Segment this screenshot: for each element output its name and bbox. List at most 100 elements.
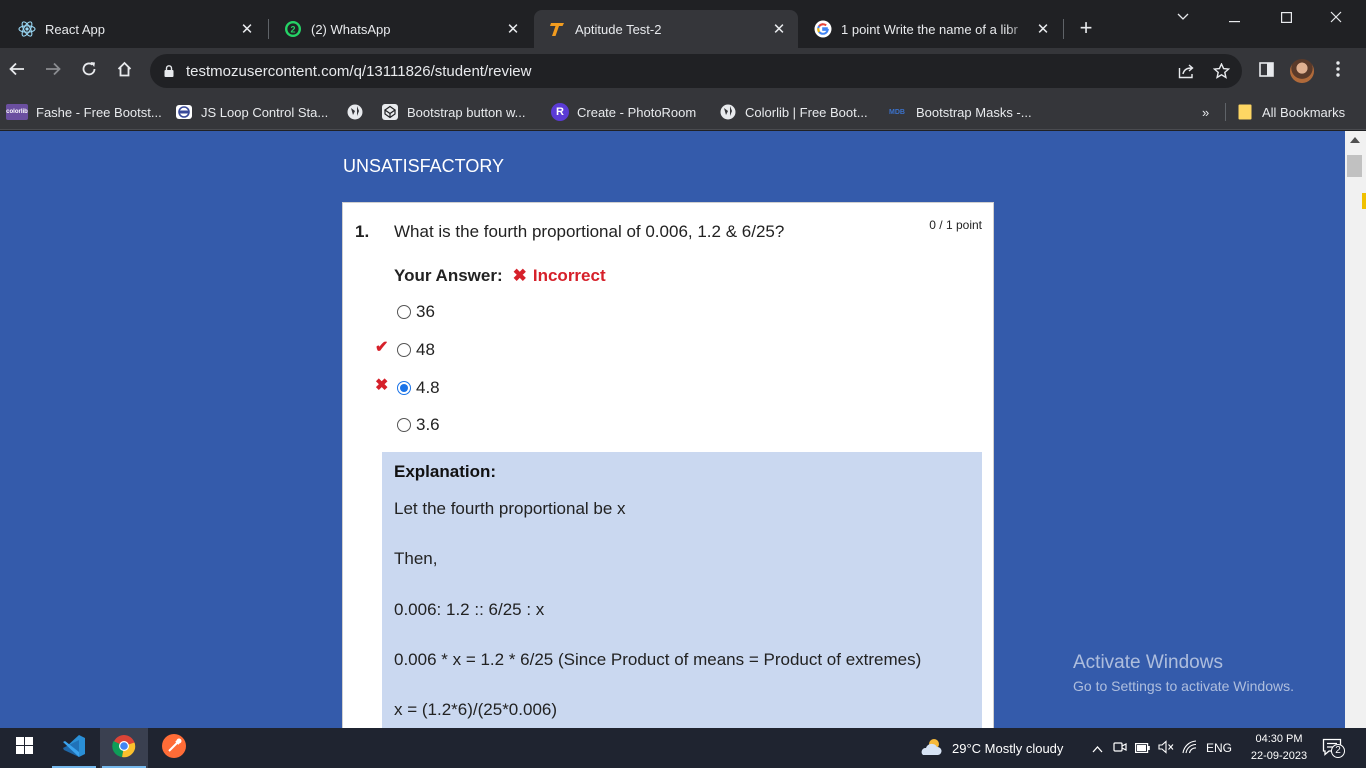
close-icon[interactable]: ✕ (770, 20, 788, 38)
clock-date: 22-09-2023 (1250, 750, 1308, 762)
share-icon[interactable] (1174, 58, 1200, 84)
scrollbar-thumb[interactable] (1347, 155, 1362, 177)
page-scrollbar[interactable] (1345, 131, 1366, 728)
radio-button[interactable] (397, 418, 411, 432)
all-bookmarks-label: All Bookmarks (1262, 104, 1346, 120)
bookmark-bootstrap-button[interactable]: Bootstrap button w... (381, 101, 526, 123)
wifi-icon[interactable] (1182, 739, 1198, 757)
bookmarks-bar: colorlib Fashe - Free Bootst... JS Loop … (0, 94, 1366, 130)
bookmark-label: Fashe - Free Bootst... (36, 104, 162, 120)
forward-button[interactable] (40, 58, 66, 84)
option-label: 48 (416, 340, 435, 359)
kebab-menu-icon (1336, 60, 1340, 82)
weather-widget[interactable]: 29°C Mostly cloudy (918, 728, 1063, 768)
radio-button[interactable] (397, 343, 411, 357)
tab-whatsapp[interactable]: 2 (2) WhatsApp ✕ (270, 10, 532, 48)
answer-option[interactable]: 36 (397, 302, 435, 322)
cloud-sun-icon (918, 737, 944, 760)
back-button[interactable] (4, 58, 30, 84)
notification-center-button[interactable]: 2 (1322, 728, 1345, 768)
whatsapp-icon: 2 (284, 20, 302, 38)
chevron-up-icon[interactable] (1092, 741, 1103, 756)
bookmark-label: Create - PhotoRoom (577, 104, 697, 120)
tab-search-button[interactable] (1165, 4, 1201, 28)
answer-option[interactable]: 48 (397, 340, 435, 360)
codepen-icon (381, 104, 399, 120)
status-badge: ✖ Incorrect (513, 266, 606, 286)
language-indicator[interactable]: ENG (1206, 741, 1232, 755)
tab-separator (1063, 19, 1064, 39)
chevron-down-icon (1177, 8, 1189, 24)
correct-check-icon: ✔ (375, 339, 389, 356)
close-icon[interactable]: ✕ (504, 20, 522, 38)
lock-icon (162, 65, 176, 77)
taskbar-chrome[interactable] (100, 728, 148, 768)
side-panel-button[interactable] (1253, 58, 1279, 84)
star-icon[interactable] (1208, 58, 1234, 84)
chrome-icon (112, 734, 136, 763)
taskbar-postman[interactable] (150, 728, 198, 768)
reload-button[interactable] (76, 58, 102, 84)
result-heading: UNSATISFACTORY (343, 156, 505, 176)
option-label: 3.6 (416, 415, 440, 434)
bookmark-globe[interactable] (346, 101, 372, 123)
tab-aptitude-test[interactable]: Aptitude Test-2 ✕ (534, 10, 798, 48)
explanation-title: Explanation: (394, 462, 497, 481)
meet-now-icon[interactable] (1113, 740, 1127, 757)
bookmarks-overflow-button[interactable]: » (1202, 101, 1209, 123)
battery-icon[interactable] (1135, 741, 1150, 756)
answer-option[interactable]: 3.6 (397, 415, 440, 435)
overflow-chevron: » (1202, 104, 1210, 120)
colorlib-icon: colorlib (6, 104, 28, 120)
bookmark-label: Colorlib | Free Boot... (745, 104, 868, 120)
start-button[interactable] (0, 728, 48, 768)
bookmark-label: Bootstrap button w... (407, 104, 526, 120)
tab-google-search[interactable]: 1 point Write the name of a libr ✕ (800, 10, 1062, 48)
bookmark-label: JS Loop Control Sta... (201, 104, 329, 120)
taskbar-clock[interactable]: 04:30 PM 22-09-2023 (1244, 731, 1314, 765)
reload-icon (81, 61, 97, 82)
bookmark-photoroom[interactable]: R Create - PhotoRoom (551, 101, 696, 123)
scroll-up-arrow-icon[interactable] (1350, 137, 1360, 143)
your-answer-label: Your Answer: (394, 266, 503, 285)
taskbar-vscode[interactable] (50, 728, 98, 768)
home-icon (116, 61, 133, 82)
menu-button[interactable] (1325, 58, 1351, 84)
address-bar[interactable]: testmozusercontent.com/q/13111826/studen… (150, 54, 1242, 88)
tab-title: React App (45, 21, 105, 37)
radio-button-selected[interactable] (397, 381, 411, 395)
testmoz-icon (548, 20, 566, 38)
windows-start-icon (15, 737, 33, 759)
notification-icon: 2 (1322, 738, 1345, 758)
url-text[interactable]: testmozusercontent.com/q/13111826/studen… (186, 63, 1174, 80)
answer-option-selected[interactable]: 4.8 (397, 378, 440, 398)
new-tab-button[interactable]: + (1074, 15, 1098, 40)
explanation-box: Explanation: Let the fourth proportional… (382, 452, 982, 728)
status-text: Incorrect (532, 266, 606, 285)
close-icon[interactable]: ✕ (1034, 20, 1052, 38)
bookmark-bootstrap-masks[interactable]: MDB Bootstrap Masks -... (886, 101, 1032, 123)
explanation-line: 0.006: 1.2 :: 6/25 : x (394, 600, 545, 619)
vscode-icon (61, 733, 87, 764)
all-bookmarks-button[interactable]: All Bookmarks (1236, 101, 1345, 123)
notification-count: 2 (1331, 744, 1345, 758)
maximize-icon (1280, 10, 1292, 26)
radio-button[interactable] (397, 305, 411, 319)
photoroom-icon: R (551, 103, 569, 121)
question-number: 1. (355, 222, 370, 241)
bookmark-colorlib[interactable]: Colorlib | Free Boot... (719, 101, 868, 123)
minimize-button[interactable] (1216, 6, 1252, 30)
tab-react-app[interactable]: React App ✕ (4, 10, 266, 48)
tab-strip: React App ✕ 2 (2) WhatsApp ✕ Aptitude Te… (0, 0, 1366, 48)
close-icon[interactable]: ✕ (238, 20, 256, 38)
speaker-muted-icon[interactable] (1158, 739, 1174, 757)
bookmark-fashe[interactable]: colorlib Fashe - Free Bootst... (6, 101, 162, 123)
option-label: 4.8 (416, 378, 440, 397)
profile-button[interactable] (1289, 58, 1315, 84)
maximize-button[interactable] (1268, 6, 1304, 30)
side-panel-icon (1258, 61, 1274, 82)
postman-icon (161, 733, 187, 764)
window-close-button[interactable] (1318, 6, 1354, 30)
bookmark-js-loop[interactable]: JS Loop Control Sta... (175, 101, 328, 123)
home-button[interactable] (111, 58, 137, 84)
